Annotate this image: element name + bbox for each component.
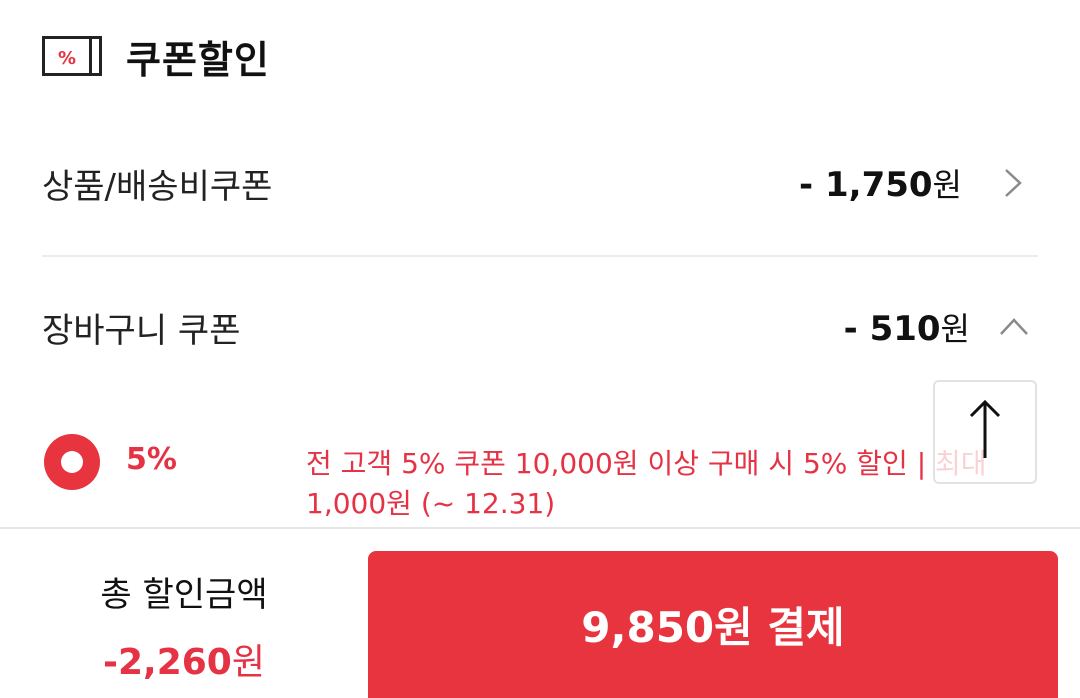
coupon-ticket-icon: % <box>42 36 104 76</box>
product-shipping-coupon-label: 상품/배송비쿠폰 <box>42 166 273 207</box>
cart-coupon-amount: - 510원 <box>843 309 970 349</box>
total-discount-label: 총 할인금액 <box>100 575 268 615</box>
pay-button[interactable]: 9,850원 결제 <box>368 551 1058 698</box>
section-title: 쿠폰할인 <box>126 37 270 82</box>
scroll-top-button[interactable] <box>933 380 1037 484</box>
cart-coupon-value: - 510원 <box>844 304 1038 350</box>
cart-coupon-option[interactable]: 5% 전 고객 5% 쿠폰 10,000원 이상 구매 시 5% 할인 | 최대… <box>42 430 1042 530</box>
svg-text:%: % <box>58 48 76 69</box>
radio-selected-icon[interactable] <box>42 432 102 492</box>
chevron-up-icon[interactable] <box>998 316 1030 338</box>
total-discount-amount: -2,260원 <box>103 642 265 683</box>
arrow-up-icon <box>965 398 1005 466</box>
divider <box>42 255 1038 257</box>
product-shipping-coupon-amount: - 1,750원 <box>799 165 962 205</box>
product-shipping-coupon-row[interactable]: 상품/배송비쿠폰 - 1,750원 <box>42 148 1038 218</box>
coupon-section-header: % 쿠폰할인 <box>42 28 270 84</box>
bottom-payment-bar: 총 할인금액 -2,260원 9,850원 결제 <box>0 527 1080 698</box>
coupon-rate: 5% <box>126 442 177 477</box>
coupon-description: 전 고객 5% 쿠폰 10,000원 이상 구매 시 5% 할인 | 최대 1,… <box>306 447 987 520</box>
product-shipping-coupon-value: - 1,750원 <box>799 160 1038 206</box>
cart-coupon-row[interactable]: 장바구니 쿠폰 - 510원 <box>42 292 1038 362</box>
cart-coupon-label: 장바구니 쿠폰 <box>42 310 241 351</box>
chevron-right-icon[interactable] <box>1002 167 1024 199</box>
